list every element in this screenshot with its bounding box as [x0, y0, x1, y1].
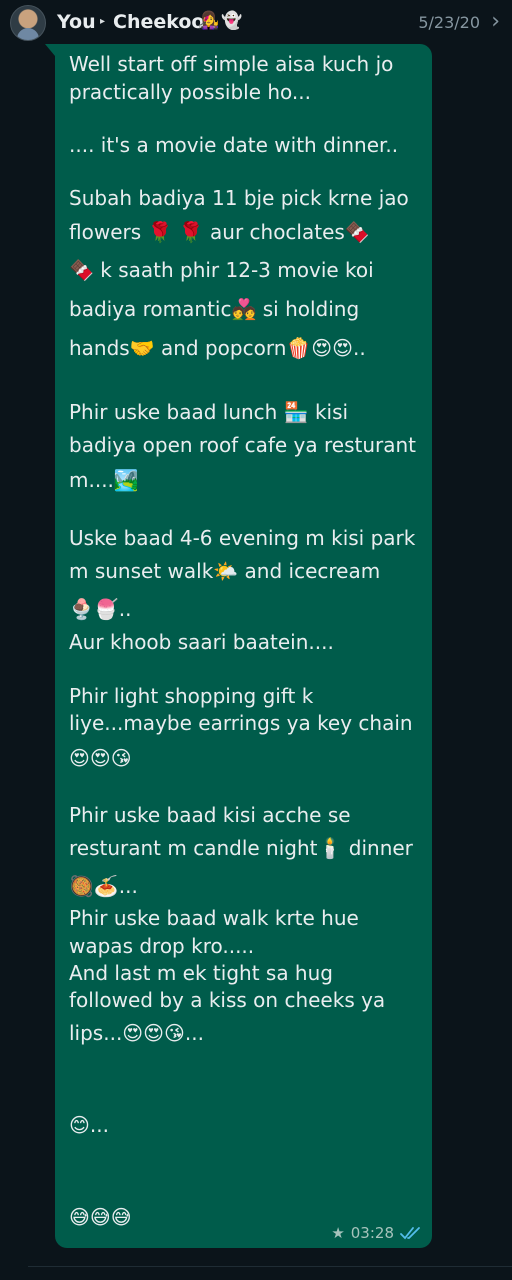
message-line: wapas drop kro..... [69, 934, 255, 958]
message-line: flowers 🌹 🌹 aur choclates🍫 [69, 220, 370, 244]
message-line: resturant m candle night🕯️ dinner [69, 836, 413, 860]
sender-name: You [57, 11, 96, 33]
message-line: Uske baad 4-6 evening m kisi park [69, 526, 416, 550]
chevron-right-icon[interactable]: › [491, 9, 500, 34]
message-line: 😍😍😘 [69, 746, 132, 770]
message-line: lips...😍😍😘... [69, 1021, 204, 1045]
double-check-icon [400, 1227, 420, 1240]
message-line: .... it's a movie date with dinner.. [69, 133, 399, 157]
recipient-name: Cheekoo [113, 11, 205, 33]
avatar[interactable] [10, 5, 46, 41]
message-line: liye...maybe earrings ya key chain [69, 711, 413, 735]
message-line: 🍫 k saath phir 12-3 movie koi [69, 258, 374, 282]
message-line: Phir uske baad walk krte hue [69, 906, 359, 930]
message-line: And last m ek tight sa hug [69, 961, 333, 985]
message-meta: ★ 03:28 [331, 1224, 422, 1242]
message-line: 🥘🍝... [69, 874, 138, 898]
message-line: practically possible ho... [69, 80, 312, 104]
message-line: m....🏞️ [69, 468, 139, 492]
message-line: followed by a kiss on cheeks ya [69, 988, 386, 1012]
message-line: Aur khoob saari baatein.... [69, 630, 334, 654]
message-line: Phir uske baad lunch 🏪 kisi [69, 400, 349, 424]
message-line: 😊... [69, 1113, 109, 1137]
message-date: 5/23/20 [418, 13, 480, 32]
message-line: 🍨🍧.. [69, 597, 132, 621]
message-line: 😅😅😅 [69, 1205, 132, 1229]
forward-arrow-icon: ▸ [100, 16, 106, 27]
chat-header: You ▸ Cheekoo 👩‍🎤 👻 5/23/20 › [0, 0, 512, 46]
message-line: Subah badiya 11 bje pick krne jao [69, 186, 409, 210]
divider [28, 1266, 512, 1267]
star-icon: ★ [331, 1224, 345, 1242]
message-line: m sunset walk🌤️ and icecream [69, 559, 381, 583]
recipient-emoji-1: 👩‍🎤 [198, 11, 220, 31]
message-line: hands🤝 and popcorn🍿😍😍.. [69, 336, 366, 360]
message-line: Well start off simple aisa kuch jo [69, 52, 394, 76]
message-line: badiya romantic💑 si holding [69, 297, 360, 321]
message-line: Phir uske baad kisi acche se [69, 803, 351, 827]
recipient-emoji-2: 👻 [221, 11, 243, 31]
message-line: badiya open roof cafe ya resturant [69, 433, 417, 457]
message-line: Phir light shopping gift k [69, 684, 314, 708]
message-time: 03:28 [350, 1224, 394, 1242]
